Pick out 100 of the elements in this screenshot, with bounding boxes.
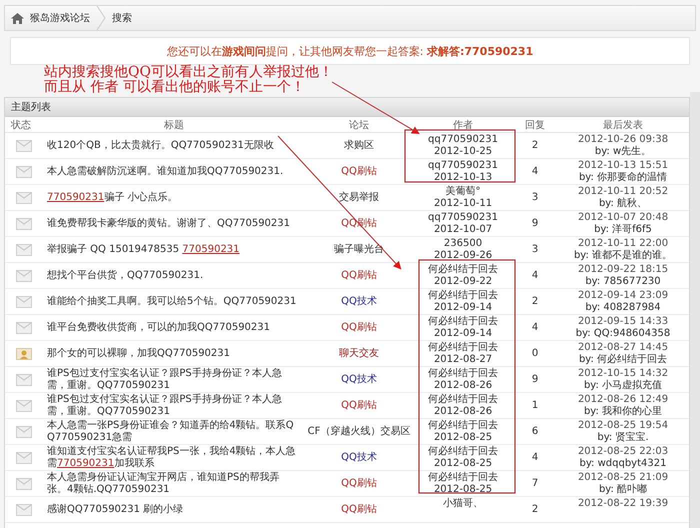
author-name[interactable]: 236500 xyxy=(444,238,482,250)
topic-title[interactable]: 本人急需一张PS身份证谁会？知道弄的给4颗钻。联系QQ770590231急需 xyxy=(43,419,305,444)
reply-count: 2 xyxy=(532,295,538,308)
topic-link[interactable]: 770590231 xyxy=(182,244,240,255)
forum-link[interactable]: QQ刷钻 xyxy=(341,159,377,178)
author-name[interactable]: 何必纠结于回去 xyxy=(428,290,498,302)
topic-title[interactable]: 收120个QB，比太贵就行。QQ770590231无限收 xyxy=(43,133,305,152)
last-post-time: 2012-08-25 19:54 xyxy=(578,420,668,432)
last-poster[interactable]: by: 航秋、 xyxy=(598,198,648,210)
post-date: 2012-09-14 xyxy=(434,328,492,340)
author-name[interactable]: 小猫哥、 xyxy=(443,498,483,510)
reply-count: 4 xyxy=(532,269,538,282)
column-header: 论坛 xyxy=(348,118,370,132)
last-post-time: 2012-08-25 22:03 xyxy=(578,446,668,458)
scrollbar[interactable] xyxy=(690,92,700,528)
forum-link[interactable]: QQ技术 xyxy=(341,445,377,464)
topic-title[interactable]: 谁免费帮我卡豪华版的黄钻。谢谢了、QQ770590231 xyxy=(43,211,305,230)
post-date: 2012-08-27 xyxy=(434,354,492,366)
author-name[interactable]: 何必纠结于回去 xyxy=(428,420,498,432)
author-name[interactable]: 何必纠结于回去 xyxy=(428,342,498,354)
reply-count: 9 xyxy=(532,373,538,386)
home-icon[interactable] xyxy=(11,12,24,24)
reply-count: 6 xyxy=(532,425,538,438)
author-name[interactable]: qq770590231 xyxy=(428,160,498,172)
topic-title[interactable]: 谁知道支付宝实名认证帮我PS一张，我给4颗钻，本人急需770590231加我联系 xyxy=(43,445,305,470)
author-name[interactable]: 何必纠结于回去 xyxy=(428,394,498,406)
topic-title[interactable]: 举报骗子 QQ 15019478535 770590231 xyxy=(43,237,305,256)
forum-link[interactable]: QQ技术 xyxy=(341,367,377,386)
last-poster[interactable]: by: 我和你的心里 xyxy=(584,406,662,418)
last-poster[interactable]: by: 洋哥f6f5 xyxy=(594,224,652,236)
topic-title[interactable]: 770590231骗子 小心点乐。 xyxy=(43,185,305,204)
author-name[interactable]: qq770590231 xyxy=(428,212,498,224)
last-post-time: 2012-10-13 15:51 xyxy=(578,160,668,172)
topic-title[interactable]: 谁PS包过支付宝实名认证？跟PS手持身份证？本人急需，重谢。QQ770590231 xyxy=(43,367,305,392)
topic-title[interactable]: 本人急需身份证认证淘宝开网店，谁知道PS的帮我弄张。4颗钻.QQ770590231 xyxy=(43,471,305,496)
reply-count: 4 xyxy=(532,321,538,334)
post-date: 2012-08-25 xyxy=(434,432,492,444)
topic-link[interactable]: 770590231 xyxy=(57,458,114,469)
author-name[interactable]: 何必纠结于回去 xyxy=(428,446,498,458)
last-poster[interactable]: by: 贤宝宝. xyxy=(597,432,649,444)
column-header: 作者 xyxy=(452,118,474,132)
topic-title[interactable]: 谁平台免费收供货商，可以的加我QQ770590231 xyxy=(43,315,305,334)
last-poster[interactable]: by: 小马虚拟充值 xyxy=(584,380,662,392)
topic-title[interactable]: 感谢QQ770590231 刷的小绿 xyxy=(43,497,305,516)
last-poster[interactable]: by: 酷卟嘟 xyxy=(598,484,648,496)
topic-title[interactable]: 那个女的可以裸聊，加我QQ770590231 xyxy=(43,341,305,360)
author-name[interactable]: 何必纠结于回去 xyxy=(428,472,498,484)
reply-count: 4 xyxy=(532,451,538,464)
author-name[interactable]: 何必纠结于回去 xyxy=(428,264,498,276)
author-name[interactable]: 何必纠结于回去 xyxy=(428,316,498,328)
forum-link[interactable]: 骗子曝光台 xyxy=(334,237,384,256)
last-poster[interactable]: by: 408287984 xyxy=(585,302,661,314)
last-poster[interactable]: by: QQ:948604358 xyxy=(576,328,670,340)
forum-link[interactable]: QQ刷钻 xyxy=(341,263,377,282)
column-header: 回复 xyxy=(524,118,546,132)
post-date: 2012-09-14 xyxy=(434,302,492,314)
notice-text: 您还可以在游戏间问提问，让其他网友帮您一起答案: 求解答:770590231 xyxy=(166,44,534,58)
reply-count: 2 xyxy=(532,503,538,516)
post-date: 2012-08-25 xyxy=(434,484,492,496)
last-poster[interactable]: by: 谁都不是谁的谁。 xyxy=(574,250,672,262)
forum-link[interactable]: QQ刷钻 xyxy=(341,497,377,516)
breadcrumb-link[interactable]: 搜索 xyxy=(112,11,132,25)
last-post-time: 2012-09-14 23:09 xyxy=(578,290,668,302)
forum-link[interactable]: 求购区 xyxy=(344,133,374,152)
last-poster[interactable]: by: 何必纠结于回去 xyxy=(578,354,668,366)
forum-link[interactable]: CF（穿越火线）交易区 xyxy=(308,419,410,438)
post-date: 2012-08-25 xyxy=(434,458,492,470)
forum-link[interactable]: QQ刷钻 xyxy=(341,393,377,412)
last-poster[interactable]: by: 785677230 xyxy=(585,276,661,288)
topic-link[interactable]: 770590231 xyxy=(47,192,104,203)
last-poster[interactable]: by: w先生。 xyxy=(594,146,652,158)
author-name[interactable]: 美葡萄° xyxy=(446,186,480,198)
forum-link[interactable]: QQ刷钻 xyxy=(341,315,377,334)
forum-link[interactable]: 聊天交友 xyxy=(339,341,379,360)
post-date: 2012-10-25 xyxy=(434,146,492,158)
reply-count: 7 xyxy=(532,477,538,490)
post-date: 2012-09-26 xyxy=(434,250,492,262)
post-date: 2012-10-07 xyxy=(434,224,492,236)
last-poster[interactable]: by: wdqqbyt4321 xyxy=(580,458,666,470)
last-poster[interactable]: by: 你那要命的温情 xyxy=(578,172,668,184)
reply-count: 3 xyxy=(532,191,538,204)
forum-link[interactable]: QQ技术 xyxy=(341,289,377,308)
last-post-time: 2012-09-22 18:15 xyxy=(578,264,668,276)
last-post-time: 2012-08-25 21:09 xyxy=(578,472,668,484)
topic-title[interactable]: 谁能给个抽奖工具啊。我可以给5个钻。QQ770590231 xyxy=(43,289,305,308)
author-name[interactable]: 何必纠结于回去 xyxy=(428,368,498,380)
reply-count: 0 xyxy=(532,347,538,360)
column-header: 最后发表 xyxy=(602,118,644,132)
forum-link[interactable]: QQ刷钻 xyxy=(341,471,377,490)
breadcrumb-link[interactable]: 猴岛游戏论坛 xyxy=(30,11,90,25)
author-name[interactable]: qq770590231 xyxy=(428,134,498,146)
forum-link[interactable]: 交易举报 xyxy=(339,185,379,204)
column-header: 标题 xyxy=(163,118,185,132)
topic-title[interactable]: 谁PS包过支付宝实名认证？跟PS手持身份证？本人急需，重谢。QQ770590231 xyxy=(43,393,305,418)
reply-count: 4 xyxy=(532,165,538,178)
column-header: 状态 xyxy=(10,118,32,132)
topic-title[interactable]: 本人急需破解防沉迷啊。谁知道加我QQ770590231. xyxy=(43,159,305,178)
topic-title[interactable]: 想找个平台供货，QQ770590231. xyxy=(43,263,305,282)
reply-count: 3 xyxy=(532,243,538,256)
post-date: 2012-08-26 xyxy=(434,380,492,392)
